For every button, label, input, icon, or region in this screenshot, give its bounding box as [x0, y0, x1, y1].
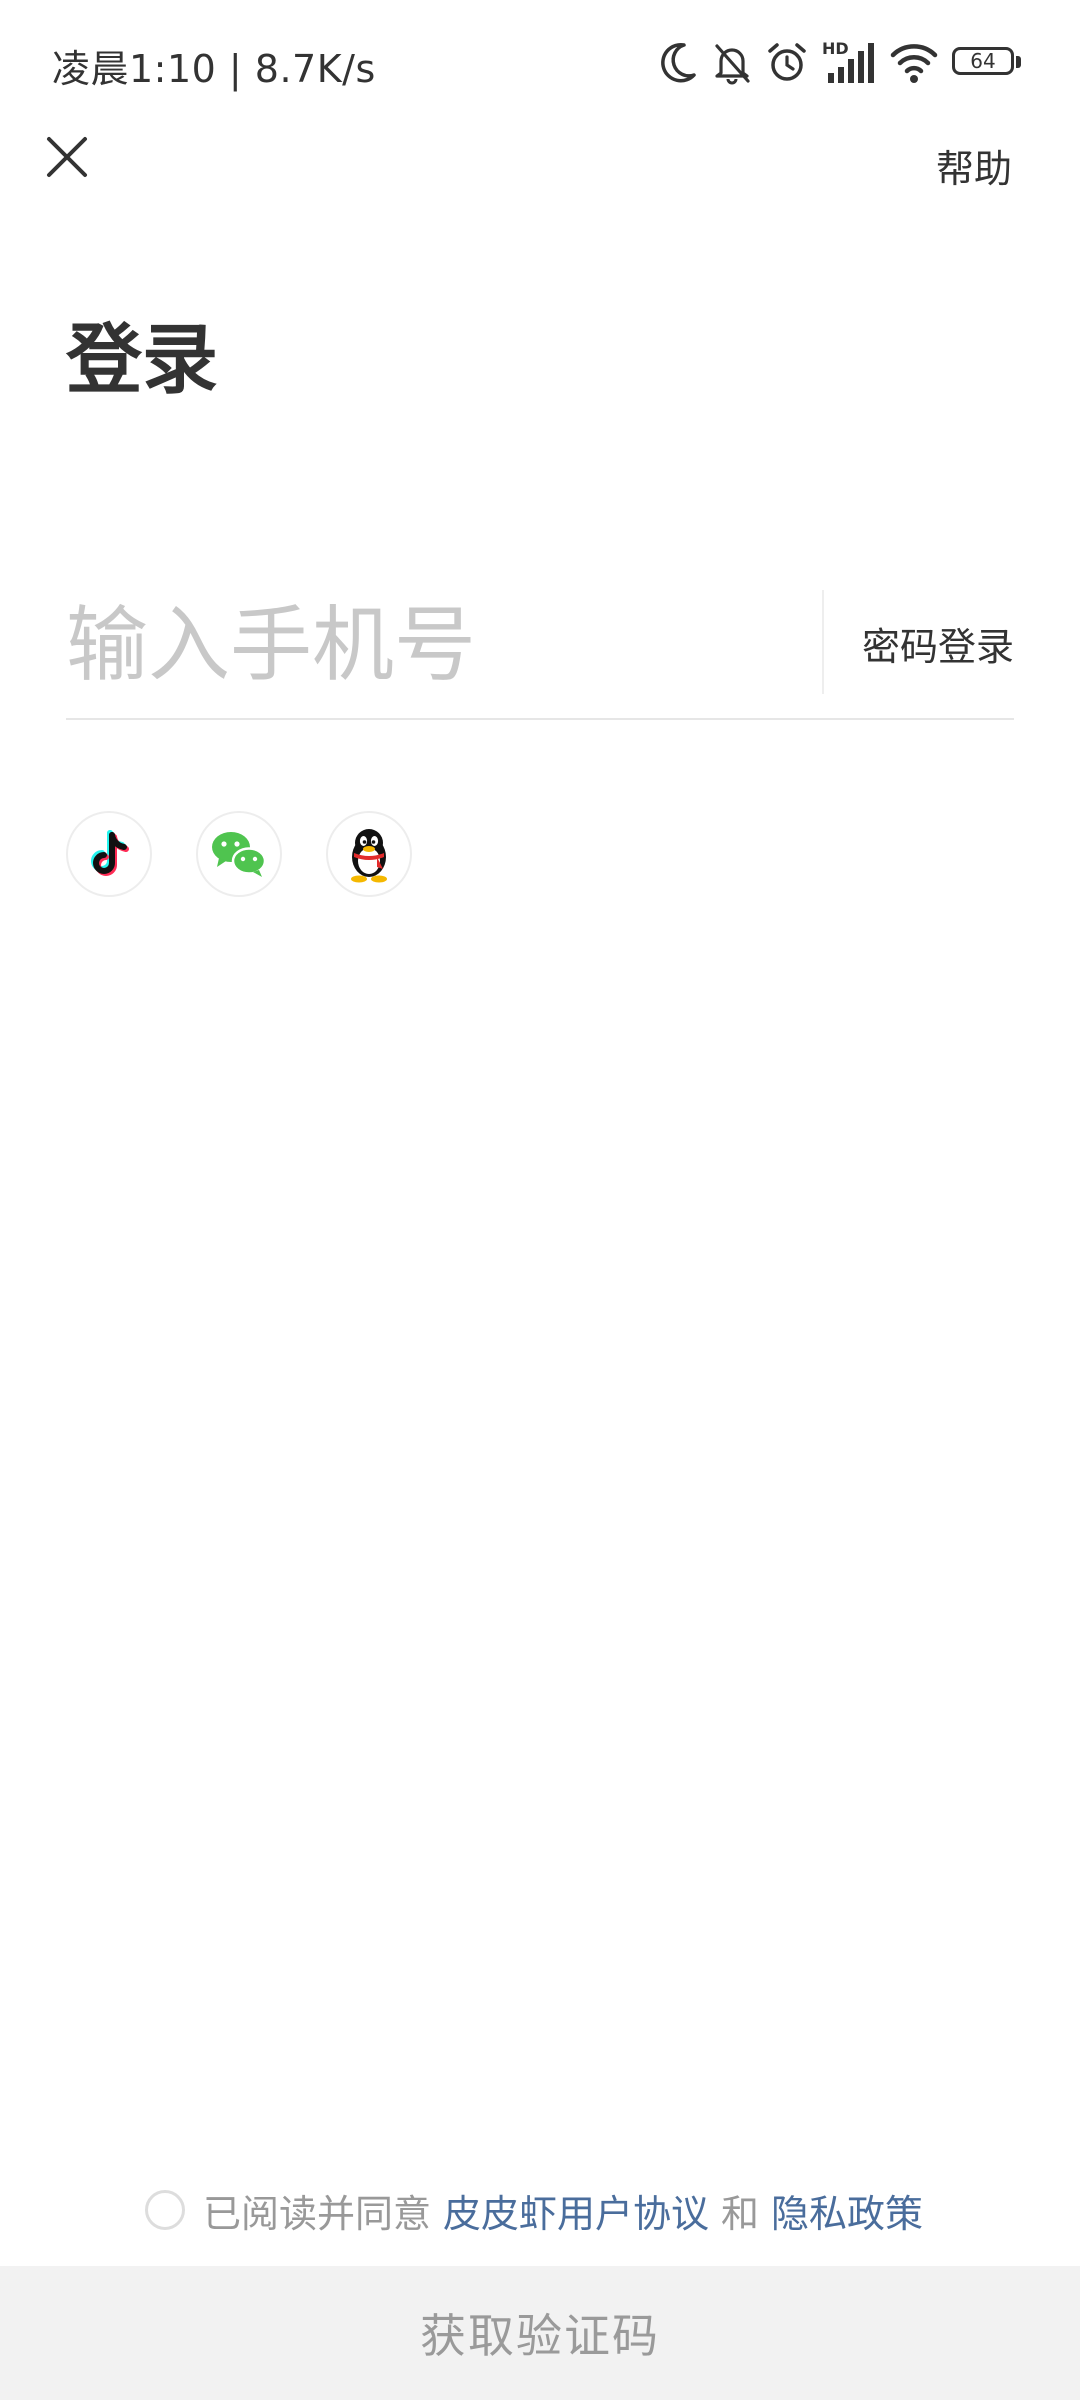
- phone-input-divider: [822, 590, 824, 694]
- qq-login-button[interactable]: [326, 811, 412, 897]
- phone-input-underline: [66, 718, 1014, 720]
- status-time-speed: 凌晨1:10 | 8.7K/s: [52, 47, 376, 91]
- battery-indicator: 64: [952, 47, 1024, 79]
- page-title: 登录: [66, 315, 218, 404]
- agreement-prefix: 已阅读并同意: [202, 2191, 431, 2236]
- user-agreement-link[interactable]: 皮皮虾用户协议: [443, 2183, 709, 2238]
- login-screen: 凌晨1:10 | 8.7K/s HD 64 帮助 登录 输入手机号 密码登录 已…: [0, 0, 1080, 2400]
- close-button[interactable]: [40, 130, 94, 184]
- do-not-disturb-moon-icon: [661, 42, 696, 83]
- cellular-signal: HD: [822, 39, 876, 85]
- status-icons: HD 64: [658, 38, 1024, 88]
- wifi-icon: [890, 44, 938, 83]
- muted-bell-icon: [715, 44, 750, 85]
- get-verification-code-button[interactable]: 获取验证码: [0, 2266, 1080, 2400]
- qq-icon: [351, 829, 387, 883]
- privacy-policy-link[interactable]: 隐私政策: [771, 2183, 923, 2238]
- alarm-clock-icon: [768, 43, 806, 81]
- phone-input-row: 密码登录: [66, 590, 1014, 720]
- agreement-checkbox[interactable]: [144, 2190, 185, 2230]
- status-bar: 凌晨1:10 | 8.7K/s HD 64: [0, 0, 1080, 128]
- agreement-row: 已阅读并同意 皮皮虾用户协议 和 隐私政策: [0, 2180, 1080, 2240]
- social-login-row: [66, 811, 412, 897]
- tiktok-login-button[interactable]: [66, 811, 152, 897]
- wechat-login-button[interactable]: [196, 811, 282, 897]
- phone-input[interactable]: [66, 590, 806, 700]
- tiktok-icon: [91, 830, 129, 876]
- password-login-link[interactable]: 密码登录: [862, 616, 1014, 671]
- battery-level-text: 64: [970, 49, 996, 73]
- signal-bars-icon: [828, 43, 874, 83]
- agreement-and-text: 和: [721, 2191, 760, 2236]
- wechat-icon: [212, 832, 267, 877]
- help-link[interactable]: 帮助: [936, 138, 1012, 193]
- close-icon: [47, 137, 87, 177]
